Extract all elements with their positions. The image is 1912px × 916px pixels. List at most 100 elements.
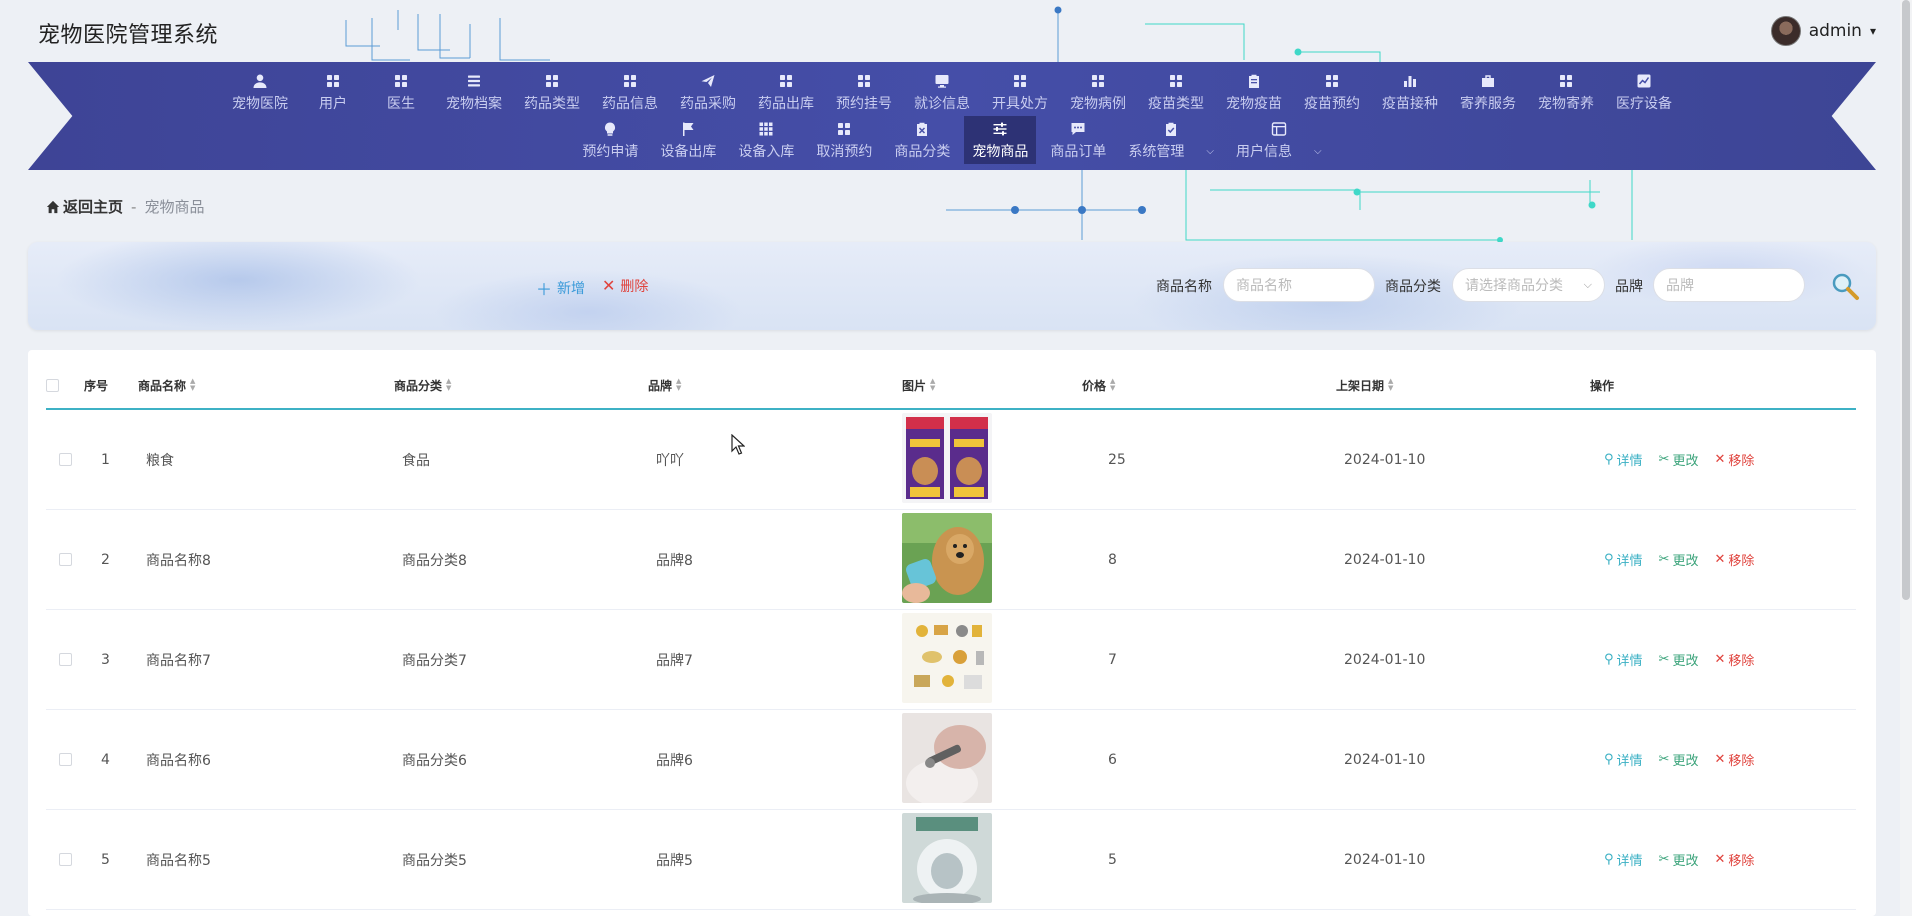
user-menu[interactable]: admin ▾	[1770, 16, 1876, 46]
nav-item-row2-0[interactable]: 预约申请	[574, 116, 646, 164]
edit-button[interactable]: ✂ 更改	[1659, 550, 1699, 569]
nav-item-row1-16[interactable]: 寄养服务	[1452, 68, 1524, 116]
remove-button[interactable]: ✕ 移除	[1714, 750, 1754, 769]
nav-item-row2-3[interactable]: 取消预约	[808, 116, 880, 164]
nav-item-row1-3[interactable]: 宠物档案	[438, 68, 510, 116]
edit-button[interactable]: ✂ 更改	[1659, 450, 1699, 469]
category-filter-select[interactable]: 请选择商品分类 ⌵	[1452, 268, 1605, 302]
nav-item-row1-5[interactable]: 药品信息	[594, 68, 666, 116]
sort-icon[interactable]: ▲ ▼	[930, 378, 935, 392]
nav-item-row1-17[interactable]: 宠物寄养	[1530, 68, 1602, 116]
table-row[interactable]: 3 商品名称7 商品分类7 品牌7 7 2024-01-10 ⚲ 详情 ✂ 更改 ✕ 移除	[46, 610, 1856, 710]
nav-item-row2-8[interactable]: 用户信息 ⌵	[1228, 116, 1330, 164]
edit-button[interactable]: ✂ 更改	[1659, 650, 1699, 669]
grid-icon	[777, 72, 795, 90]
remove-button[interactable]: ✕ 移除	[1714, 850, 1754, 869]
nav-item-row2-5[interactable]: 宠物商品	[964, 116, 1037, 164]
remove-button[interactable]: ✕ 移除	[1714, 650, 1754, 669]
nav-item-row1-14[interactable]: 疫苗预约	[1296, 68, 1368, 116]
row-checkbox[interactable]	[58, 453, 72, 466]
nav-item-row1-10[interactable]: 开具处方	[984, 68, 1056, 116]
breadcrumb-home-label[interactable]: 返回主页	[63, 196, 123, 217]
header-date[interactable]: 上架日期 ▲ ▼	[1336, 377, 1590, 394]
nav-item-row1-12[interactable]: 疫苗类型	[1140, 68, 1212, 116]
add-button[interactable]: ＋ 新增	[536, 276, 585, 300]
detail-button[interactable]: ⚲ 详情	[1604, 450, 1643, 469]
row-checkbox[interactable]	[58, 853, 72, 866]
nav-item-row1-6[interactable]: 药品采购	[672, 68, 744, 116]
nav-item-row2-6[interactable]: 商品订单	[1042, 116, 1114, 164]
header-image[interactable]: 图片 ▲ ▼	[902, 377, 1082, 394]
sort-icon[interactable]: ▲ ▼	[676, 378, 681, 392]
row-checkbox[interactable]	[58, 653, 72, 666]
header-name[interactable]: 商品名称 ▲ ▼	[138, 377, 394, 394]
search-button[interactable]	[1825, 266, 1865, 306]
sort-icon[interactable]: ▲ ▼	[446, 378, 451, 392]
table-row[interactable]: 4 商品名称6 商品分类6 品牌6 6 2024-01-10 ⚲ 详情 ✂ 更改 ✕ 移除	[46, 710, 1856, 810]
edit-label: 更改	[1672, 854, 1699, 869]
nav-item-row2-2[interactable]: 设备入库	[730, 116, 802, 164]
nav-item-row1-0[interactable]: 宠物医院	[224, 68, 296, 116]
page-scrollbar[interactable]	[1900, 0, 1912, 916]
cell-category: 食品	[402, 452, 430, 469]
cell-category: 商品分类7	[402, 652, 467, 669]
nav-item-row1-1[interactable]: 用户	[302, 68, 364, 116]
detail-button[interactable]: ⚲ 详情	[1604, 850, 1643, 869]
nav-item-row1-4[interactable]: 药品类型	[516, 68, 588, 116]
cell-category: 商品分类8	[402, 552, 467, 569]
product-thumbnail[interactable]	[902, 712, 992, 807]
header-category[interactable]: 商品分类 ▲ ▼	[394, 377, 648, 394]
cell-index: 1	[101, 451, 110, 468]
nav-item-row2-4[interactable]: 商品分类	[886, 116, 958, 164]
chevron-down-icon[interactable]: ▾	[1870, 24, 1876, 38]
product-thumbnail[interactable]	[902, 412, 992, 503]
remove-label: 移除	[1728, 654, 1755, 669]
detail-button[interactable]: ⚲ 详情	[1604, 650, 1643, 669]
row-checkbox[interactable]	[58, 753, 72, 766]
add-button-label: 新增	[557, 280, 586, 296]
table-row[interactable]: 5 商品名称5 商品分类5 品牌5 5 2024-01-10 ⚲ 详情 ✂ 更改 ✕ 移除	[46, 810, 1856, 910]
nav-item-row1-18[interactable]: 医疗设备	[1608, 68, 1680, 116]
brand-filter-input[interactable]: 品牌	[1653, 268, 1805, 302]
avatar[interactable]	[1770, 16, 1801, 46]
header-price[interactable]: 价格 ▲ ▼	[1082, 377, 1336, 394]
product-thumbnail[interactable]	[902, 812, 992, 905]
breadcrumb-home[interactable]: 返回主页	[46, 196, 123, 217]
nav-item-row1-7[interactable]: 药品出库	[750, 68, 822, 116]
row-checkbox[interactable]	[58, 553, 72, 566]
name-filter-input[interactable]: 商品名称	[1223, 268, 1375, 302]
header-brand[interactable]: 品牌 ▲ ▼	[648, 377, 902, 394]
edit-button[interactable]: ✂ 更改	[1659, 750, 1699, 769]
sort-icon[interactable]: ▲ ▼	[190, 378, 195, 392]
sort-icon[interactable]: ▲ ▼	[1110, 378, 1115, 392]
remove-button[interactable]: ✕ 移除	[1714, 450, 1754, 469]
nav-item-row1-2[interactable]: 医生	[370, 68, 432, 116]
user-name[interactable]: admin	[1809, 21, 1862, 41]
scissors-icon: ✂	[1658, 452, 1670, 467]
table-row[interactable]: 1 粮食 食品 吖吖 25 2024-01-10 ⚲ 详情 ✂ 更改 ✕ 移除	[46, 410, 1856, 510]
detail-button[interactable]: ⚲ 详情	[1604, 750, 1643, 769]
select-all-cell	[46, 378, 84, 392]
select-all-checkbox[interactable]	[46, 378, 59, 392]
table-row[interactable]: 2 商品名称8 商品分类8 品牌8 8 2024-01-10 ⚲ 详情 ✂ 更改 ✕ 移除	[46, 510, 1856, 610]
nav-item-row1-9[interactable]: 就诊信息	[906, 68, 978, 116]
nav-item-row1-11[interactable]: 宠物病例	[1062, 68, 1134, 116]
product-thumbnail[interactable]	[902, 512, 992, 603]
cell-index: 5	[101, 851, 110, 868]
sort-icon[interactable]: ▲ ▼	[1388, 378, 1393, 392]
nav-item-row2-1[interactable]: 设备出库	[652, 116, 724, 164]
nav-item-row2-7[interactable]: 系统管理 ⌵	[1120, 116, 1222, 164]
nav-item-label: 医生	[387, 96, 415, 112]
nav-item-row1-13[interactable]: 宠物疫苗	[1218, 68, 1290, 116]
product-thumbnail[interactable]	[902, 612, 992, 703]
nav-item-label-wrap: 医生	[387, 93, 415, 113]
nav-item-row1-15[interactable]: 疫苗接种	[1374, 68, 1446, 116]
detail-button[interactable]: ⚲ 详情	[1604, 550, 1643, 569]
edit-button[interactable]: ✂ 更改	[1659, 850, 1699, 869]
delete-button[interactable]: ✕ 删除	[602, 276, 648, 296]
remove-button[interactable]: ✕ 移除	[1714, 550, 1754, 569]
nav-item-label: 预约挂号	[836, 96, 892, 112]
scrollbar-thumb[interactable]	[1902, 0, 1910, 600]
nav-item-row1-8[interactable]: 预约挂号	[828, 68, 900, 116]
nav-item-label: 疫苗接种	[1382, 96, 1438, 112]
